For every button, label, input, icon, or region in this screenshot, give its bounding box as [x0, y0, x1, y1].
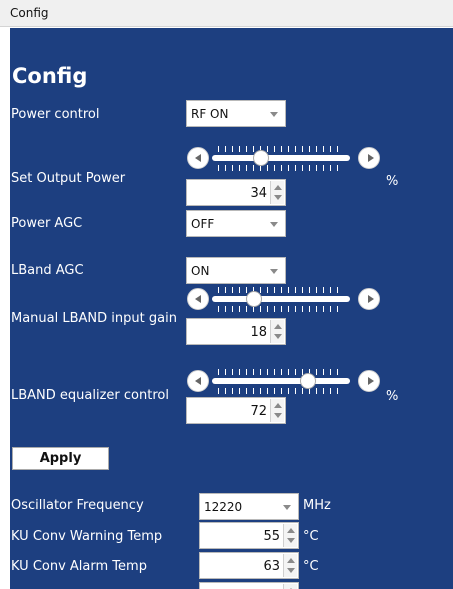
apply-button[interactable]: Apply: [12, 447, 109, 470]
power-control-value: RF ON: [191, 107, 229, 121]
slider-thumb[interactable]: [253, 150, 270, 166]
arrow-left-icon: [195, 377, 201, 385]
slider-track: [212, 378, 350, 384]
next-input-partial[interactable]: [199, 582, 299, 589]
oscillator-dropdown[interactable]: 12220: [199, 493, 299, 520]
oscillator-unit: MHz: [303, 498, 331, 513]
lband-gain-slider[interactable]: [212, 287, 350, 315]
output-power-decrease-button[interactable]: [187, 147, 209, 169]
output-power-input[interactable]: 34: [186, 179, 286, 206]
slider-ticks: [218, 165, 344, 171]
spinner-arrows[interactable]: [283, 524, 297, 547]
slider-ticks: [218, 306, 344, 312]
page-title: Config: [12, 64, 88, 88]
slider-thumb[interactable]: [246, 291, 263, 307]
oscillator-label: Oscillator Frequency: [11, 498, 144, 513]
alarm-temp-value: 63: [263, 559, 280, 574]
chevron-down-icon: [270, 222, 278, 227]
lband-agc-label: LBand AGC: [11, 263, 84, 278]
tab-config[interactable]: Config: [10, 6, 49, 20]
spinner-arrows[interactable]: [270, 320, 284, 343]
spinner-arrows[interactable]: [283, 584, 297, 589]
power-control-label: Power control: [11, 107, 100, 122]
slider-track: [212, 155, 350, 161]
lband-gain-label: Manual LBAND input gain: [11, 311, 177, 326]
lband-eq-slider[interactable]: [212, 369, 350, 397]
power-agc-dropdown[interactable]: OFF: [186, 210, 286, 237]
lband-agc-value: ON: [191, 264, 210, 278]
arrow-left-icon: [195, 295, 201, 303]
warn-temp-input[interactable]: 55: [199, 522, 299, 549]
lband-gain-input[interactable]: 18: [186, 318, 286, 345]
slider-track: [212, 296, 350, 302]
tab-bar: Config: [0, 0, 453, 27]
lband-eq-value: 72: [250, 404, 267, 419]
power-agc-label: Power AGC: [11, 216, 83, 231]
power-control-dropdown[interactable]: RF ON: [186, 100, 286, 127]
arrow-left-icon: [195, 154, 201, 162]
output-power-label: Set Output Power: [11, 171, 126, 186]
oscillator-value: 12220: [204, 500, 243, 514]
lband-eq-decrease-button[interactable]: [187, 370, 209, 392]
arrow-right-icon: [368, 154, 374, 162]
warn-temp-unit: °C: [303, 529, 319, 544]
output-power-slider[interactable]: [212, 146, 350, 174]
lband-eq-input[interactable]: 72: [186, 397, 286, 424]
lband-eq-increase-button[interactable]: [358, 370, 380, 392]
slider-ticks: [218, 369, 344, 375]
lband-eq-label: LBAND equalizer control: [11, 388, 169, 403]
lband-agc-dropdown[interactable]: ON: [186, 257, 286, 284]
slider-thumb[interactable]: [299, 373, 316, 389]
arrow-right-icon: [368, 377, 374, 385]
chevron-down-icon: [283, 505, 291, 510]
slider-ticks: [218, 146, 344, 152]
alarm-temp-input[interactable]: 63: [199, 552, 299, 579]
alarm-temp-label: KU Conv Alarm Temp: [11, 559, 147, 574]
warn-temp-label: KU Conv Warning Temp: [11, 529, 163, 544]
arrow-right-icon: [368, 295, 374, 303]
chevron-down-icon: [270, 112, 278, 117]
spinner-arrows[interactable]: [283, 554, 297, 577]
output-power-value: 34: [250, 186, 267, 201]
output-power-unit: %: [386, 174, 399, 189]
lband-gain-increase-button[interactable]: [358, 288, 380, 310]
spinner-arrows[interactable]: [270, 399, 284, 422]
output-power-increase-button[interactable]: [358, 147, 380, 169]
config-panel: Config Power control RF ON Set Output Po…: [10, 28, 453, 589]
lband-gain-decrease-button[interactable]: [187, 288, 209, 310]
warn-temp-value: 55: [263, 529, 280, 544]
spinner-arrows[interactable]: [270, 181, 284, 204]
power-agc-value: OFF: [191, 217, 215, 231]
slider-ticks: [218, 388, 344, 394]
lband-eq-unit: %: [386, 389, 399, 404]
lband-gain-value: 18: [250, 325, 267, 340]
alarm-temp-unit: °C: [303, 559, 319, 574]
chevron-down-icon: [270, 269, 278, 274]
slider-ticks: [218, 287, 344, 293]
